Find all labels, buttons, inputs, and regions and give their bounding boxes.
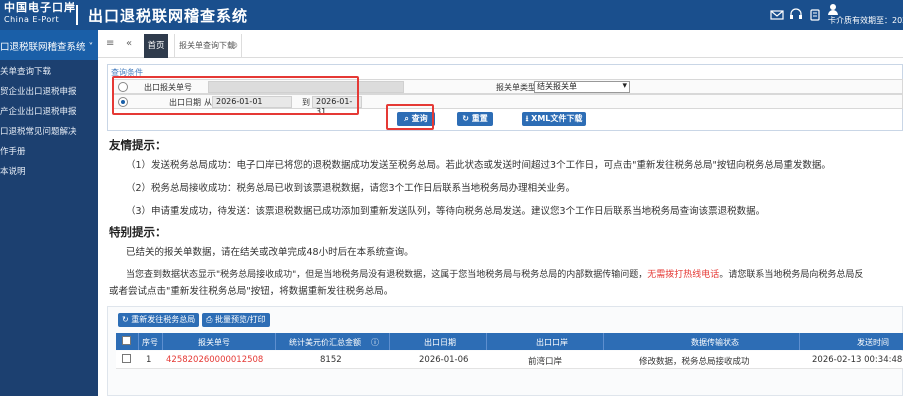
print-button[interactable]: ⎙ 批量预览/打印 [202,313,270,327]
sidebar-item-decl-download[interactable]: 关单查询下载 [0,60,98,80]
mail-icon[interactable] [770,8,784,22]
decl-type-select[interactable]: 结关报关单 [534,81,630,93]
cell-port: 前湾口岸 [528,357,563,367]
col-divider [603,333,604,350]
xml-download-button[interactable]: ⭳ XML文件下载 [522,112,586,126]
cell-send-time: 2026-02-13 00:34:48 [812,355,903,365]
system-title: 出口退税联网稽查系统 [88,7,249,25]
resend-button[interactable]: ↻ 重新发往税务总局 [118,313,200,327]
th-export-date: 出口日期 [424,338,456,347]
sidebar: 口退税联网稽查系统 ˅ 关单查询下载 贸企业出口退税申报 产企业出口退税申报 口… [0,30,98,396]
col-divider [486,333,487,350]
tip-line-3: （3）申请重发成功，待发送：该票退税数据已成功添加到重新发送队列，等待向税务总局… [126,206,766,217]
special-warning: 无需拨打热线电话 [647,270,720,280]
user-icon[interactable] [826,2,840,16]
top-header: 中国电子口岸 China E-Port 出口退税联网稽查系统 卡介质有效期至：2… [0,0,903,30]
highlight-search-button [386,104,434,130]
special-heading: 特别提示： [109,225,167,239]
logo-en: China E-Port [4,15,60,24]
cell-decl-no[interactable]: 425820260000012508 [166,355,263,365]
th-status: 数据传输状态 [691,338,739,347]
col-divider [799,333,800,350]
th-export-port: 出口口岸 [536,338,568,347]
refresh-icon: ↻ [122,315,132,324]
header-divider [76,5,78,25]
special-line-2b: 。请您联系当地税务局向税务总局反 [719,270,864,280]
menu-toggle-icon[interactable]: ≡ [106,38,114,49]
special-line-2a: 当您查到数据状态显示"税务总局接收成功"，但是当地税务局没有退税数据，这属于您当… [126,270,648,280]
col-divider [389,333,390,350]
table-row[interactable]: 1 425820260000012508 8152 2026-01-06 前湾口… [116,351,903,369]
col-divider [162,333,163,350]
select-all-checkbox[interactable] [122,336,131,345]
table-header: 序号 报关单号 统计美元价汇总金额 ⓘ 出口日期 出口口岸 数据传输状态 发送时… [116,333,903,350]
tab-bar: ≡ « 首页 报关单查询下载 ⊗ [98,30,903,58]
th-send-time: 发送时间 [857,338,889,347]
th-seq: 序号 [142,338,158,347]
highlight-query-fields [112,76,359,115]
tab-close-icon[interactable]: ⊗ [230,34,238,58]
sidebar-item-manual[interactable]: 作手册 [0,140,98,160]
cell-date: 2026-01-06 [419,355,469,365]
reset-button-label: 重置 [471,114,488,123]
query-panel: 查询条件 出口报关单号 报关单类型 结关报关单 出口日期 从 2026-01-0… [107,64,903,131]
reset-icon: ↻ [462,114,472,123]
reset-button[interactable]: ↻ 重置 [457,112,493,126]
sidebar-item-production-refund[interactable]: 产企业出口退税申报 [0,100,98,120]
card-expiry-text: 卡介质有效期至：202 [828,16,903,25]
special-line-3: 或者尝试点击"重新发往税务总局"按钮，将数据重新发往税务总局。 [109,286,394,297]
special-line-1: 已结关的报关单数据，请在结关或改单完成48小时后在本系统查询。 [126,247,414,258]
col-divider [275,333,276,350]
sidebar-item-faq[interactable]: 口退税常见问题解决 [0,120,98,140]
sidebar-item-version[interactable]: 本说明 [0,160,98,180]
th-decl-no: 报关单号 [198,338,230,347]
sidebar-system-menu[interactable]: 口退税联网稽查系统 ˅ [0,30,98,60]
decl-type-label: 报关单类型 [496,83,536,92]
tips-heading: 友情提示： [109,138,167,152]
print-button-label: 批量预览/打印 [214,315,266,324]
xml-download-label: XML文件下载 [531,114,583,123]
logo: 中国电子口岸 China E-Port [4,2,76,26]
row-checkbox[interactable] [122,354,131,363]
special-line-2: 当您查到数据状态显示"税务总局接收成功"，但是当地税务局没有退税数据，这属于您当… [126,267,863,280]
col-divider [138,333,139,350]
headset-icon[interactable] [789,8,803,22]
resend-button-label: 重新发往税务总局 [131,315,196,324]
logo-cn: 中国电子口岸 [4,1,76,14]
main-content: 查询条件 出口报关单号 报关单类型 结关报关单 出口日期 从 2026-01-0… [98,58,903,396]
results-panel: ↻ 重新发往税务总局 ⎙ 批量预览/打印 序号 报关单号 统计美元价汇总金额 ⓘ… [107,306,903,396]
cell-usd: 8152 [320,355,342,365]
tip-line-1: （1）发送税务总局成功：电子口岸已将您的退税数据成功发送至税务总局。若此状态或发… [126,160,831,171]
tab-back-icon[interactable]: « [126,38,132,49]
tab-home[interactable]: 首页 [144,34,168,58]
th-usd-total: 统计美元价汇总金额 [289,338,361,347]
tab-decl-download-label: 报关单查询下载 [179,41,235,50]
help-icon[interactable]: ⓘ [371,337,379,348]
sidebar-item-trade-refund[interactable]: 贸企业出口退税申报 [0,80,98,100]
notification-icon[interactable] [808,8,822,22]
tab-decl-download[interactable]: 报关单查询下载 ⊗ [174,34,242,58]
print-icon: ⎙ [206,315,215,324]
tip-line-2: （2）税务总局接收成功：税务总局已收到该票退税数据，请您3个工作日后联系当地税务… [126,183,576,194]
cell-seq: 1 [146,355,152,365]
cell-status: 修改数据，税务总局接收成功 [639,357,750,367]
